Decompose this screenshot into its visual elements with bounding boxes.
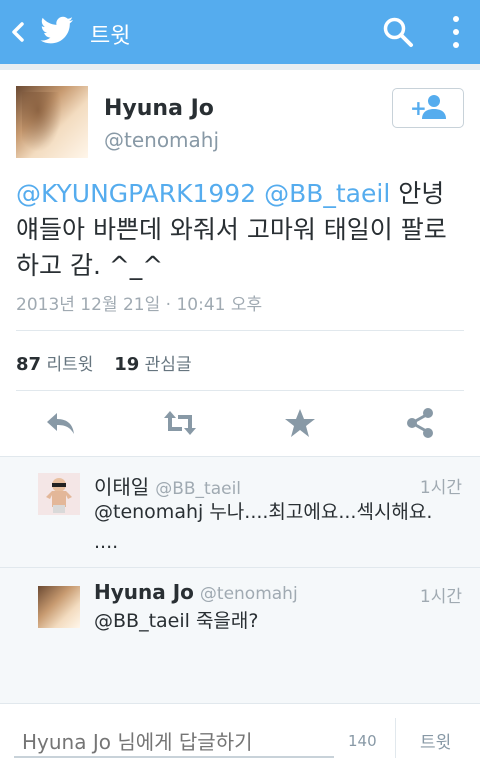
divider [0,567,480,568]
reply-author-handle[interactable]: @tenomahj [200,584,298,604]
favorite-count[interactable]: 19 [114,354,139,375]
tweet-text: @KYUNGPARK1992 @BB_taeil 안녕 얘들아 바쁜데 와줘서 … [16,176,466,284]
reply-author-name[interactable]: Hyuna Jo [94,580,194,604]
character-count: 140 [348,732,377,750]
tweet-send-button[interactable]: 트윗 [420,728,451,753]
tweet-timestamp: 2013년 12월 21일 · 10:41 오후 [16,295,263,315]
author-handle[interactable]: @tenomahj [104,128,219,152]
mention-link[interactable]: @BB_taeil [264,179,390,208]
twitter-bird-icon[interactable] [40,16,74,46]
avatar-hyuna[interactable] [38,586,80,628]
retweet-label[interactable]: 리트윗 [46,355,93,375]
favorite-label[interactable]: 관심글 [145,355,192,375]
author-avatar[interactable] [16,86,88,158]
divider [16,330,464,331]
page-title: 트윗 [90,24,131,49]
mention-link[interactable]: @KYUNGPARK1992 [16,179,256,208]
reply-time: 1시간 [419,587,462,607]
reply-list: 이태일 @BB_taeil 1시간 @tenomahj 누나....최고에요...… [0,456,480,703]
share-icon[interactable] [402,405,438,441]
author-name[interactable]: Hyuna Jo [104,96,214,121]
search-icon[interactable] [382,16,414,48]
top-app-bar: 트윗 [0,0,480,64]
reply-text: @BB_taeil 죽을래? [94,610,259,632]
reply-author: 이태일 @BB_taeil [94,471,241,500]
divider [16,390,464,391]
divider [395,718,396,758]
overflow-menu-icon[interactable] [448,14,464,50]
back-icon[interactable] [8,18,28,46]
reply-input[interactable] [14,722,334,758]
header-divider [0,64,480,70]
reply-text: @tenomahj 누나....최고에요...섹시해요. .... [94,501,433,553]
reply-author: Hyuna Jo @tenomahj [94,580,298,604]
reply-author-name[interactable]: 이태일 [94,475,149,499]
retweet-icon[interactable] [162,405,198,441]
retweet-count[interactable]: 87 [16,354,41,375]
tweet-stats: 87 리트윗 19 관심글 [16,350,192,375]
reply-time: 1시간 [419,478,462,498]
follow-button[interactable]: + [392,88,464,128]
reply-author-handle[interactable]: @BB_taeil [155,479,241,499]
star-icon[interactable] [282,405,318,441]
avatar-kid[interactable] [38,473,80,515]
add-user-icon: + [410,95,446,120]
reply-icon[interactable] [43,405,79,441]
reply-composer: 140 트윗 [0,703,480,767]
